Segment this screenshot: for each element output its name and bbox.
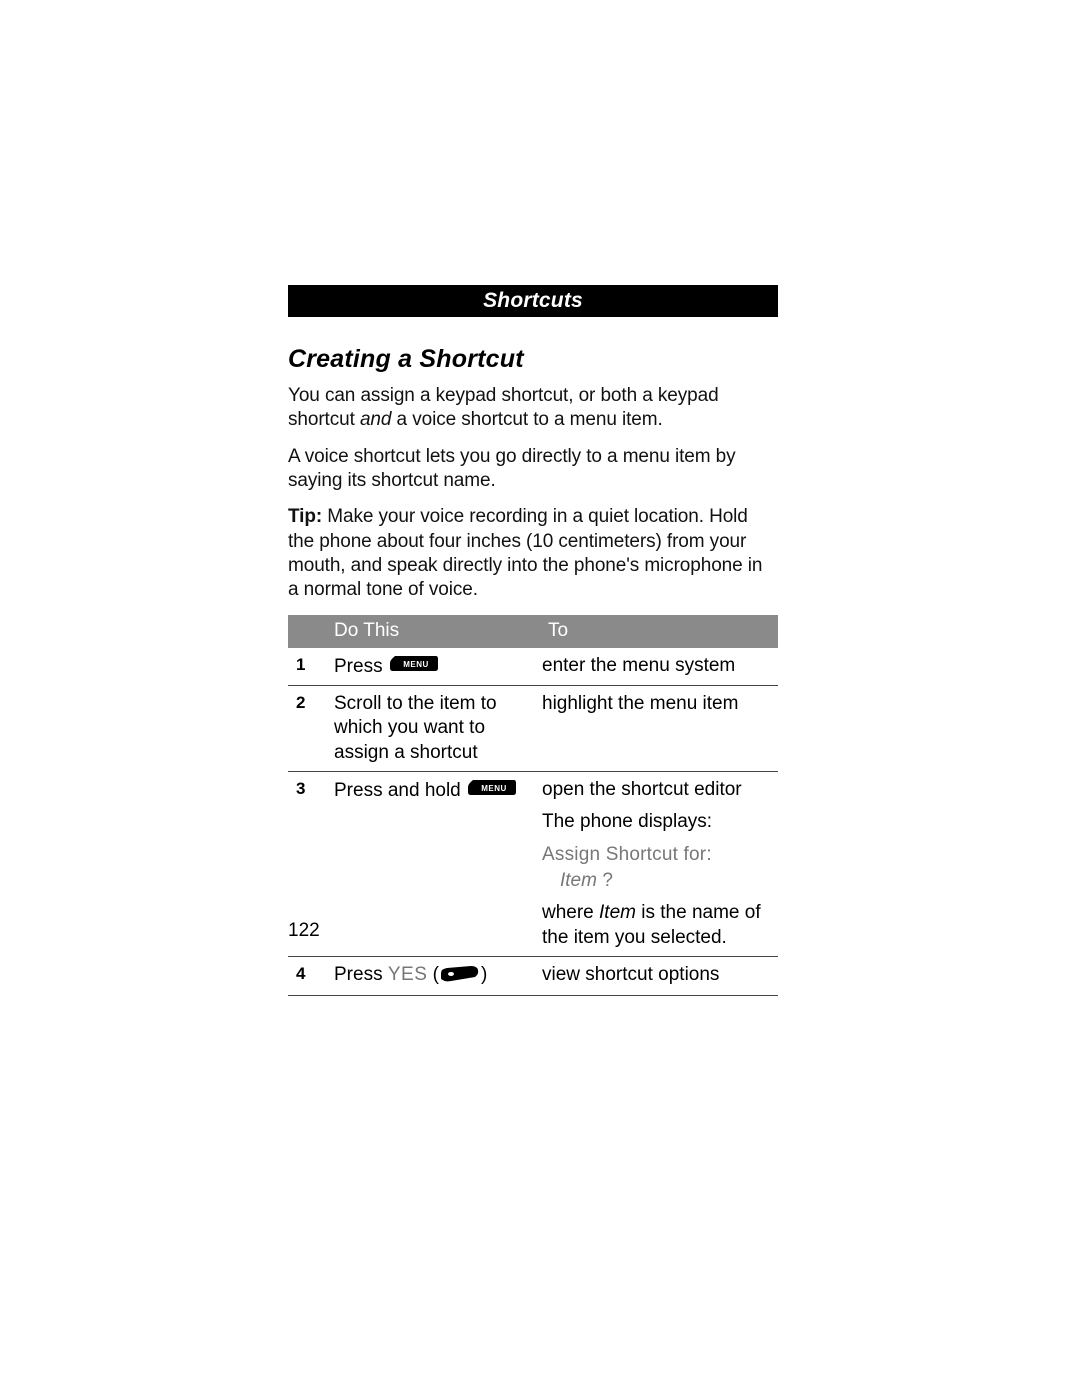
menu-button-icon: MENU [468, 778, 516, 802]
step-to: open the shortcut editor The phone displ… [542, 772, 778, 957]
tip-body: Make your voice recording in a quiet loc… [288, 506, 762, 600]
intro-1-post: a voice shortcut to a menu item. [391, 409, 662, 430]
phone-display-item: Item [560, 870, 597, 891]
table-row: 1 Press MENU enter the menu system [288, 648, 778, 686]
to-line-3: where Item is the name of the item you s… [542, 901, 772, 950]
yes-label: YES [388, 964, 428, 985]
step-do: Scroll to the item to which you want to … [328, 686, 542, 772]
content-area: Creating a Shortcut You can assign a key… [288, 345, 778, 996]
step-to: highlight the menu item [542, 686, 778, 772]
step-do-text: Press [334, 964, 388, 985]
page-number: 122 [288, 920, 320, 942]
tip-paragraph: Tip: Make your voice recording in a quie… [288, 505, 778, 602]
table-row: 4 Press YES ( ) view shortcut options [288, 956, 778, 995]
svg-text:MENU: MENU [481, 784, 507, 793]
step-do: Press YES ( ) [328, 956, 542, 995]
table-row: 3 Press and hold MENU open the shortcut … [288, 772, 778, 957]
paren-open: ( [427, 964, 439, 985]
menu-button-icon: MENU [390, 654, 438, 678]
tip-label: Tip: [288, 506, 322, 527]
page: Shortcuts Creating a Shortcut You can as… [0, 0, 1080, 1397]
col-header-blank [288, 615, 328, 648]
steps-table: Do This To 1 Press MENU [288, 615, 778, 997]
phone-display-line-1: Assign Shortcut for: [542, 843, 772, 867]
phone-display-q: ? [597, 870, 613, 891]
page-heading: Creating a Shortcut [288, 345, 778, 374]
step-do-text: Press [334, 656, 388, 677]
step-do: Press MENU [328, 648, 542, 686]
intro-paragraph-1: You can assign a keypad shortcut, or bot… [288, 384, 778, 433]
softkey-icon [441, 965, 479, 989]
intro-paragraph-2: A voice shortcut lets you go directly to… [288, 445, 778, 494]
to-line-1: open the shortcut editor [542, 778, 772, 802]
step-number: 4 [288, 956, 328, 995]
col-header-do: Do This [328, 615, 542, 648]
step-to: enter the menu system [542, 648, 778, 686]
table-row: 2 Scroll to the item to which you want t… [288, 686, 778, 772]
step-number: 1 [288, 648, 328, 686]
intro-1-italic: and [360, 409, 391, 430]
to-line-2: The phone displays: [542, 810, 772, 834]
step-do-text: Press and hold [334, 780, 466, 801]
step-to: view shortcut options [542, 956, 778, 995]
step-do: Press and hold MENU [328, 772, 542, 957]
to-line-3-pre: where [542, 902, 599, 923]
svg-text:MENU: MENU [403, 660, 429, 669]
step-number: 2 [288, 686, 328, 772]
section-banner: Shortcuts [288, 285, 778, 317]
to-line-3-item: Item [599, 902, 636, 923]
paren-close: ) [481, 964, 487, 985]
col-header-to: To [542, 615, 778, 648]
